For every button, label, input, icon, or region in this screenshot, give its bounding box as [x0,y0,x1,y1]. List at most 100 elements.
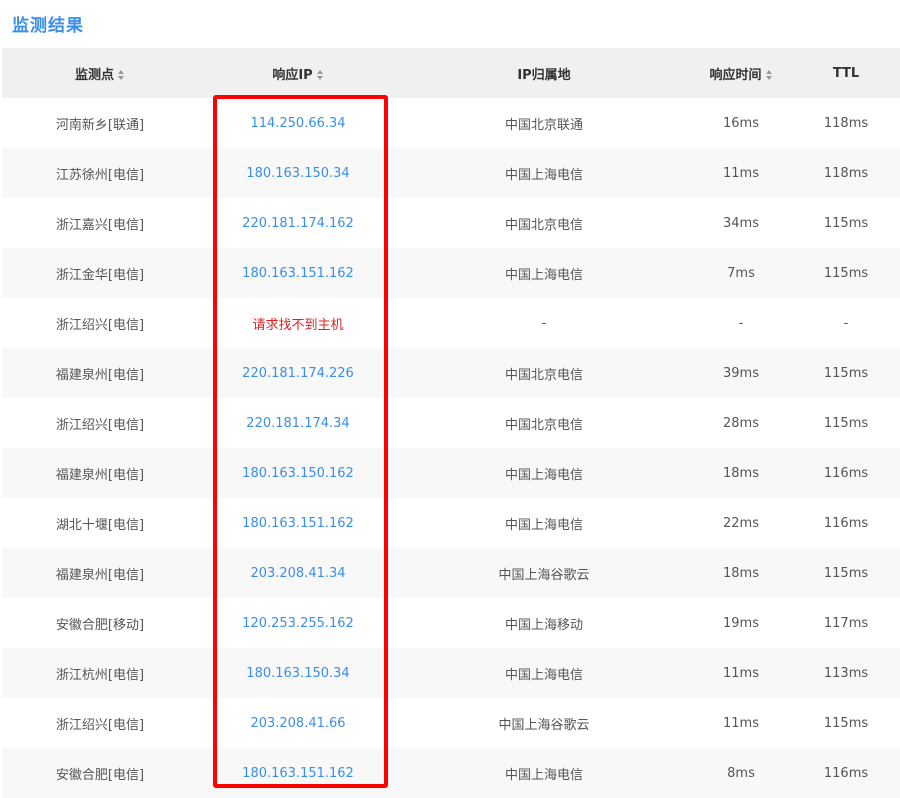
column-header-region: IP归属地 [398,48,690,98]
table-cell-region: 中国上海电信 [398,148,690,198]
table-row: 安徽合肥[移动] 120.253.255.162 中国上海移动 19ms 117ms [2,598,900,648]
table-cell-ttl: 118ms [792,98,900,148]
region-cell: 中国北京电信 [504,367,583,383]
location-cell: 安徽合肥[移动] [55,617,145,633]
table-cell-time: 18ms [690,448,792,498]
table-cell-location: 浙江绍兴[电信] [2,698,198,748]
results-table: 监测点 响应IP IP归属地 响应时间 TTL 河南新乡[联通] 114.250.… [2,48,900,798]
ip-link[interactable]: 120.253.255.162 [242,616,354,631]
table-row: 福建泉州[电信] 180.163.150.162 中国上海电信 18ms 116ms [2,448,900,498]
table-cell-ttl: 116ms [792,448,900,498]
table-cell-time: 16ms [690,98,792,148]
ip-link[interactable]: 180.163.150.34 [246,166,349,181]
response-time-cell: 11ms [723,715,759,731]
table-cell-ip: 114.250.66.34 [198,98,398,148]
response-time-cell: 11ms [723,165,759,181]
location-cell: 浙江金华[电信] [55,267,145,283]
table-cell-region: 中国北京电信 [398,198,690,248]
table-cell-location: 福建泉州[电信] [2,548,198,598]
table-cell-time: 11ms [690,698,792,748]
table-cell-location: 浙江绍兴[电信] [2,298,198,348]
column-header-label: TTL [832,65,860,81]
column-header-time[interactable]: 响应时间 [690,48,792,98]
ip-link[interactable]: 220.181.174.226 [242,366,354,381]
table-cell-ip: 180.163.150.34 [198,648,398,698]
table-cell-region: 中国上海电信 [398,448,690,498]
ip-link[interactable]: 220.181.174.34 [246,416,349,431]
ttl-cell: 115ms [823,215,869,231]
response-time-cell: 11ms [723,665,759,681]
ip-link[interactable]: 180.163.150.162 [242,466,354,481]
location-cell: 浙江绍兴[电信] [55,417,145,433]
table-cell-location: 安徽合肥[移动] [2,598,198,648]
table-cell-ttl: 115ms [792,248,900,298]
response-time-cell: 16ms [723,115,759,131]
region-cell: 中国上海电信 [504,467,583,483]
table-cell-time: 34ms [690,198,792,248]
table-cell-time: - [690,298,792,348]
ttl-cell: 115ms [823,365,869,381]
location-cell: 浙江绍兴[电信] [55,317,145,333]
table-row: 浙江绍兴[电信] 请求找不到主机 - - - [2,298,900,348]
table-cell-time: 39ms [690,348,792,398]
ttl-cell: 116ms [823,515,869,531]
ip-link[interactable]: 114.250.66.34 [250,116,345,131]
ip-link[interactable]: 180.163.150.34 [246,666,349,681]
response-time-cell: 39ms [723,365,759,381]
table-cell-location: 河南新乡[联通] [2,98,198,148]
table-row: 江苏徐州[电信] 180.163.150.34 中国上海电信 11ms 118ms [2,148,900,198]
ip-link[interactable]: 180.163.151.162 [242,516,354,531]
ttl-cell: 115ms [823,715,869,731]
ip-link[interactable]: 203.208.41.66 [250,716,345,731]
column-header-ip[interactable]: 响应IP [198,48,398,98]
region-cell: 中国上海电信 [504,167,583,183]
ttl-cell: 118ms [823,165,869,181]
table-row: 浙江杭州[电信] 180.163.150.34 中国上海电信 11ms 113ms [2,648,900,698]
ip-link[interactable]: 220.181.174.162 [242,216,354,231]
table-cell-ip: 220.181.174.162 [198,198,398,248]
ttl-cell: 115ms [823,565,869,581]
region-cell: 中国上海谷歌云 [498,717,590,733]
response-time-cell: 8ms [727,765,755,781]
ip-link[interactable]: 180.163.151.162 [242,766,354,781]
response-time-cell: 22ms [723,515,759,531]
location-cell: 浙江绍兴[电信] [55,717,145,733]
sort-icon[interactable] [316,69,324,81]
ttl-cell: - [843,315,849,331]
response-time-cell: 34ms [723,215,759,231]
table-cell-ip: 203.208.41.34 [198,548,398,598]
table-row: 浙江嘉兴[电信] 220.181.174.162 中国北京电信 34ms 115ms [2,198,900,248]
table-cell-region: 中国北京电信 [398,348,690,398]
header-row: 监测点 响应IP IP归属地 响应时间 TTL [2,48,900,98]
table-cell-location: 浙江绍兴[电信] [2,398,198,448]
ttl-cell: 115ms [823,265,869,281]
region-cell: 中国上海电信 [504,667,583,683]
column-header-location[interactable]: 监测点 [2,48,198,98]
table-cell-ttl: - [792,298,900,348]
table-cell-location: 江苏徐州[电信] [2,148,198,198]
table-cell-ip: 180.163.150.34 [198,148,398,198]
ip-link[interactable]: 203.208.41.34 [250,566,345,581]
table-cell-location: 福建泉州[电信] [2,448,198,498]
table-cell-ip: 120.253.255.162 [198,598,398,648]
sort-icon[interactable] [765,69,773,81]
table-cell-location: 湖北十堰[电信] [2,498,198,548]
region-cell: 中国上海电信 [504,517,583,533]
region-cell: 中国北京电信 [504,217,583,233]
table-cell-location: 福建泉州[电信] [2,348,198,398]
table-cell-region: 中国上海谷歌云 [398,698,690,748]
ttl-cell: 116ms [823,765,869,781]
location-cell: 浙江嘉兴[电信] [55,217,145,233]
table-cell-time: 11ms [690,648,792,698]
ip-link[interactable]: 180.163.151.162 [242,266,354,281]
table-row: 福建泉州[电信] 203.208.41.34 中国上海谷歌云 18ms 115ms [2,548,900,598]
region-cell: 中国上海谷歌云 [498,567,590,583]
region-cell: 中国上海电信 [504,767,583,783]
response-time-cell: 28ms [723,415,759,431]
region-cell: 中国北京电信 [504,417,583,433]
table-cell-ip: 220.181.174.226 [198,348,398,398]
table-cell-ip: 180.163.151.162 [198,248,398,298]
table-cell-time: 22ms [690,498,792,548]
sort-icon[interactable] [117,69,125,81]
table-cell-ip: 180.163.150.162 [198,448,398,498]
